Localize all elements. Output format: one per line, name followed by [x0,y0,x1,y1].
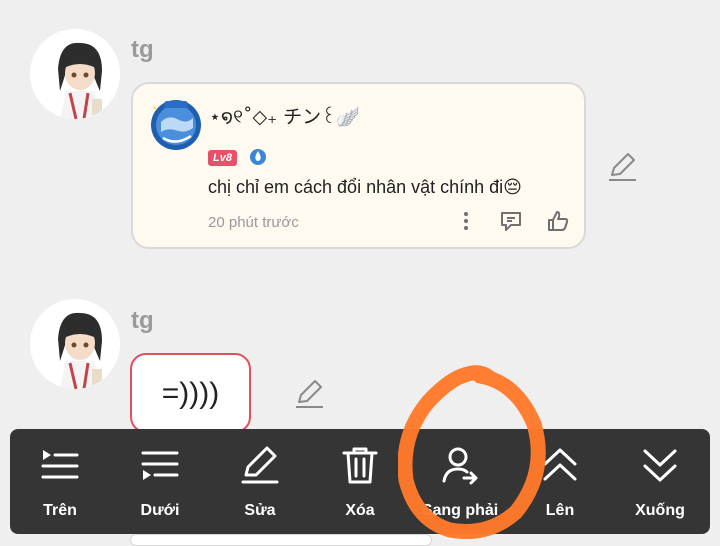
action-label: Sang phải [421,502,499,519]
move-bottom-icon [141,451,179,480]
pencil-icon[interactable] [606,151,638,188]
reply-icon[interactable] [499,210,523,237]
globe-badge-icon [149,98,203,152]
thumbs-up-icon[interactable] [546,209,570,238]
droplet-icon [249,148,267,171]
quoted-message-card[interactable]: ⋆໑୧˚◇₊ チン꒰🪽 Lv8 chị chỉ em cách đổi nhân… [131,82,586,249]
move-top-button[interactable]: Trên [10,429,110,534]
action-label: Dưới [140,502,180,519]
message-action-bar: Trên Dưới Sửa Xóa Sang phải Lên Xuống [10,429,710,534]
username: tg [131,36,154,63]
user-arrow-icon [442,447,478,485]
avatar[interactable] [30,29,120,119]
delete-button[interactable]: Xóa [310,429,410,534]
edit-button[interactable]: Sửa [210,429,310,534]
message-text: =)))) [161,377,220,410]
move-bottom-button[interactable]: Dưới [110,429,210,534]
pencil-icon [241,446,279,484]
next-message-peek [130,534,432,546]
action-label: Xóa [345,502,375,519]
chevrons-up-icon [543,448,577,481]
action-label: Lên [545,502,575,519]
more-vertical-icon[interactable] [459,210,473,237]
move-top-icon [41,450,79,479]
move-right-button[interactable]: Sang phải [410,429,510,534]
action-label: Xuống [635,502,685,519]
timestamp: 20 phút trước [208,214,299,231]
quoted-username: ⋆໑୧˚◇₊ チン꒰🪽 [209,106,360,128]
move-up-button[interactable]: Lên [510,429,610,534]
action-label: Sửa [244,502,276,519]
quoted-text: chị chỉ em cách đổi nhân vật chính đi😔 [208,177,522,197]
pencil-icon[interactable] [293,378,325,415]
avatar[interactable] [30,299,120,389]
chevrons-down-icon [643,449,677,482]
level-badge: Lv8 [208,150,237,166]
username: tg [131,307,154,334]
move-down-button[interactable]: Xuống [610,429,710,534]
trash-icon [342,447,378,484]
message-bubble[interactable]: =)))) [130,353,251,433]
action-label: Trên [43,502,77,519]
